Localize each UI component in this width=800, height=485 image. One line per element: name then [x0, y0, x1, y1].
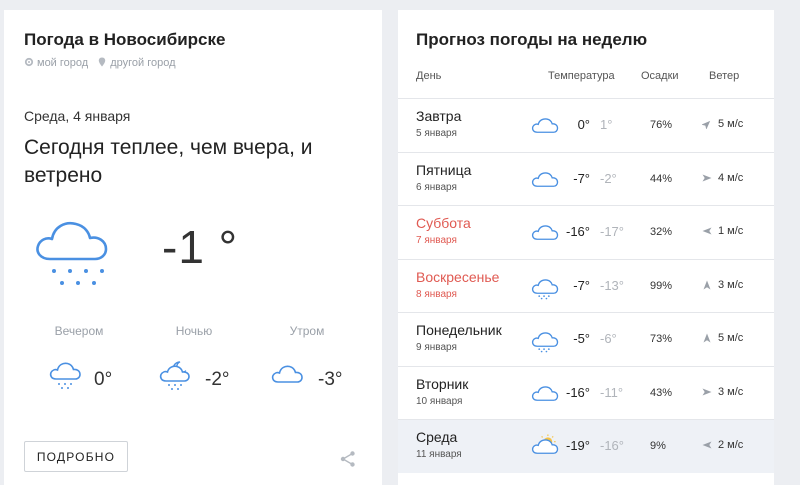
forecast-row[interactable]: Суббота 7 января -16° -17° 32% 1 м/с [398, 205, 774, 259]
forecast-row[interactable]: Воскресенье 8 января -7° -13° 99% 3 м/с [398, 258, 774, 313]
forecast-night-temperature: -13° [600, 277, 624, 293]
forecast-day-temperature: -16° [566, 224, 590, 239]
my-city-link[interactable]: мой город [24, 57, 91, 69]
forecast-date: 8 января [416, 288, 457, 300]
forecast-wind: 4 м/с [718, 171, 744, 184]
wind-direction-icon [702, 120, 711, 129]
forecast-night-temperature: 1° [600, 117, 613, 132]
night-label: Ночью [175, 324, 213, 338]
cloud-icon [271, 365, 303, 383]
morning-label: Утром [289, 324, 325, 338]
moon-cloud-snow-icon [159, 361, 190, 390]
wind-direction-icon [702, 174, 712, 181]
forecast-night-temperature: -11° [600, 384, 624, 400]
cloud-icon [531, 118, 559, 133]
wind-direction-icon [703, 280, 711, 289]
forecast-row[interactable]: Среда 11 января -19° -16° 9% 2 м/с [398, 419, 774, 473]
forecast-day-temperature: -19° [566, 438, 590, 453]
forecast-night-temperature: -6° [600, 331, 617, 346]
my-city-label: мой город [37, 57, 89, 69]
weather-headline: Сегодня теплее, чем вчера, и ветрено [24, 136, 313, 187]
forecast-day: Суббота [416, 215, 471, 231]
current-temperature: -1 ° [162, 221, 239, 273]
forecast-precipitation: 76% [650, 119, 673, 131]
current-date: Среда, 4 января [24, 108, 131, 124]
wind-direction-icon [702, 227, 712, 235]
forecast-day: Понедельник [416, 322, 502, 338]
location-links: мой город другой город [24, 57, 182, 69]
forecast-date: 9 января [416, 342, 457, 353]
wind-direction-icon [702, 388, 712, 395]
other-city-link[interactable]: другой город [97, 57, 176, 69]
forecast-precipitation: 9% [650, 440, 666, 452]
forecast-date: 5 января [416, 128, 457, 139]
cloud-snow-icon [49, 362, 81, 389]
forecast-wind: 5 м/с [718, 118, 744, 130]
cloud-snow-icon [531, 332, 559, 353]
forecast-row[interactable]: Завтра 5 января 0° 1° 76% 5 м/с [398, 98, 774, 152]
forecast-day-temperature: -16° [566, 384, 590, 400]
weekly-forecast-title: Прогноз погоды на неделю [416, 30, 648, 49]
current-weather-card: Погода в Новосибирске мой город другой г… [4, 10, 382, 485]
share-icon[interactable] [339, 450, 357, 468]
forecast-date: 7 января [416, 235, 457, 246]
cloud-snow-icon [531, 278, 559, 299]
forecast-day: Завтра [416, 108, 462, 124]
gear-icon [24, 57, 34, 67]
forecast-night-temperature: -17° [600, 224, 624, 239]
forecast-wind: 2 м/с [718, 439, 744, 451]
forecast-precipitation: 99% [650, 279, 673, 292]
weekly-forecast-card: Прогноз погоды на неделю День Температур… [398, 10, 774, 485]
forecast-precipitation: 43% [650, 386, 673, 399]
evening-label: Вечером [54, 324, 104, 338]
forecast-day-temperature: -7° [573, 170, 590, 186]
forecast-row[interactable]: Пятница 6 января -7° -2° 44% 4 м/с [398, 151, 774, 206]
night-temperature: -2° [205, 369, 230, 390]
forecast-precipitation: 32% [650, 226, 673, 238]
location-pin-icon [99, 57, 106, 67]
forecast-row[interactable]: Вторник 10 января -16° -11° 43% 3 м/с [398, 365, 774, 420]
column-header-wind: Ветер [709, 70, 740, 82]
forecast-day-temperature: -7° [573, 277, 590, 293]
column-header-day: День [416, 70, 442, 82]
cloud-snow-icon [36, 221, 108, 285]
details-button[interactable]: ПОДРОБНО [24, 441, 128, 472]
current-weather-title: Погода в Новосибирске [24, 30, 226, 49]
forecast-wind: 1 м/с [718, 225, 744, 237]
cloud-icon [531, 171, 559, 187]
forecast-row[interactable]: Понедельник 9 января -5° -6° 73% 5 м/с [398, 312, 774, 366]
cloud-icon [531, 385, 559, 401]
forecast-day: Пятница [416, 161, 472, 178]
forecast-date: 6 января [416, 181, 457, 193]
forecast-wind: 5 м/с [718, 332, 744, 344]
forecast-night-temperature: -16° [600, 438, 624, 453]
forecast-wind: 3 м/с [718, 385, 744, 398]
forecast-night-temperature: -2° [600, 170, 617, 186]
forecast-date: 11 января [416, 449, 462, 460]
evening-temperature: 0° [94, 369, 113, 390]
forecast-day: Вторник [416, 375, 469, 392]
sun-cloud-icon [531, 434, 559, 454]
forecast-precipitation: 73% [650, 333, 673, 345]
cloud-icon [531, 225, 559, 240]
column-header-precipitation: Осадки [641, 70, 679, 82]
forecast-date: 10 января [416, 395, 463, 407]
forecast-wind: 3 м/с [718, 278, 744, 291]
column-header-temperature: Температура [548, 70, 615, 82]
forecast-day-temperature: 0° [577, 117, 590, 132]
wind-direction-icon [703, 333, 711, 343]
forecast-day: Среда [416, 429, 458, 445]
morning-temperature: -3° [318, 369, 343, 390]
forecast-day: Воскресенье [416, 268, 500, 285]
forecast-day-temperature: -5° [573, 331, 590, 346]
forecast-precipitation: 44% [650, 172, 673, 185]
wind-direction-icon [702, 441, 712, 449]
other-city-label: другой город [110, 57, 176, 69]
